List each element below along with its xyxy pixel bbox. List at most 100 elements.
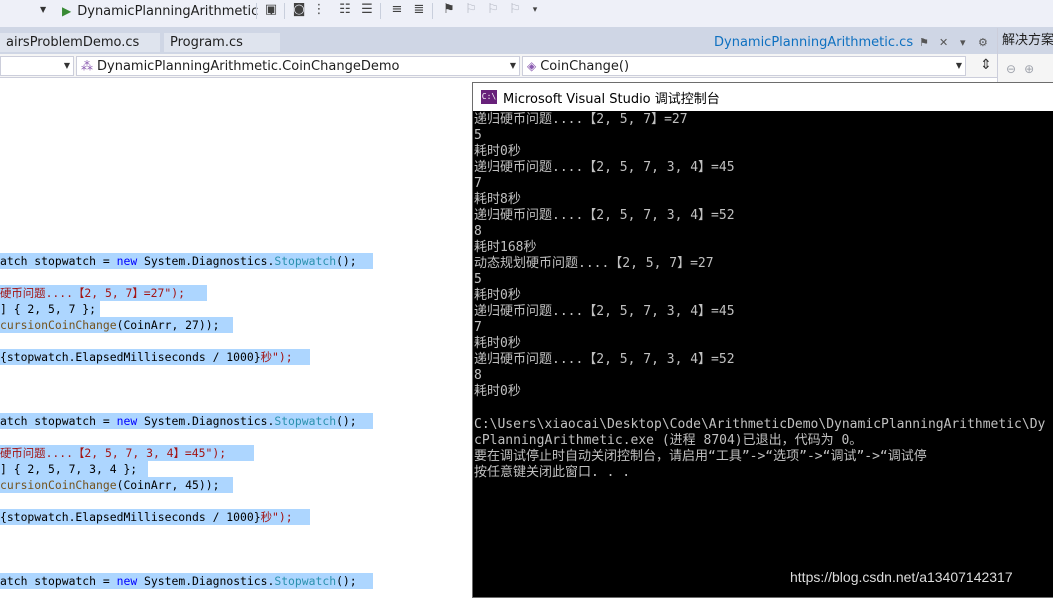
config-dropdown-arrow-icon[interactable]: ▼ — [40, 5, 52, 19]
code-token: atch — [0, 254, 35, 268]
code-line[interactable]: atch stopwatch = new System.Diagnostics.… — [0, 253, 373, 269]
code-token: 硬币问题....【2, 5, 7, 3, 4】=45"); — [0, 446, 227, 460]
code-token: (CoinArr, 27)); — [116, 318, 220, 332]
console-line: cPlanningArithmetic.exe (进程 8704)已退出，代码为… — [474, 433, 863, 448]
code-token: (); — [336, 254, 357, 268]
code-token: atch — [0, 414, 35, 428]
indent-icon[interactable]: ☰ — [358, 1, 376, 19]
tab-label: Program.cs — [170, 35, 243, 50]
code-token: 秒"); — [260, 350, 293, 364]
console-line: 耗时0秒 — [474, 336, 521, 351]
project-selector[interactable]: ▼ — [0, 56, 74, 76]
console-line: 递归硬币问题....【2, 5, 7】=27 — [474, 112, 688, 127]
split-window-button[interactable]: ⇕ — [977, 56, 995, 76]
watermark-url: https://blog.csdn.net/a13407142317 — [790, 569, 1013, 585]
code-line[interactable]: cursionCoinChange(CoinArr, 45)); — [0, 477, 233, 493]
toolbar-overflow-icon[interactable]: ▾ — [526, 1, 544, 19]
code-token: 硬币问题....【2, 5, 7】=27"); — [0, 286, 185, 300]
console-title: Microsoft Visual Studio 调试控制台 — [503, 91, 720, 107]
code-line[interactable]: {stopwatch.ElapsedMilliseconds / 1000}秒"… — [0, 349, 310, 365]
code-line[interactable]: 硬币问题....【2, 5, 7】=27"); — [0, 285, 207, 301]
console-line: 8 — [474, 224, 482, 239]
play-icon: ▶ — [62, 4, 72, 18]
code-line[interactable]: cursionCoinChange(CoinArr, 27)); — [0, 317, 233, 333]
code-token: new — [116, 574, 138, 588]
prev-bookmark-icon[interactable]: ⚐ — [462, 1, 480, 19]
tab-list-dropdown-icon[interactable]: ▾ — [960, 36, 966, 49]
tab-csproj[interactable]: DynamicPlanningArithmetic.csproj — [708, 33, 914, 52]
console-app-icon: C:\ — [481, 90, 497, 104]
class-selector[interactable]: ⁂ DynamicPlanningArithmetic.CoinChangeDem… — [76, 56, 520, 76]
comment-lines-icon[interactable]: ≡ — [388, 1, 406, 19]
code-token: (CoinArr, 45)); — [116, 478, 220, 492]
uncomment-lines-icon[interactable]: ≣ — [410, 1, 428, 19]
console-line: 耗时0秒 — [474, 384, 521, 399]
back-icon[interactable]: ⊖ — [1006, 62, 1016, 76]
screenshot-icon[interactable]: ◙ — [290, 1, 308, 19]
code-token: {stopwatch.ElapsedMilliseconds / 1000} — [0, 510, 261, 524]
main-toolbar: ▼ ▶ DynamicPlanningArithmetic ▼ ▣ ◙ ⋮ ☷ … — [0, 0, 1053, 28]
chevron-down-icon: ▼ — [509, 61, 516, 70]
member-selector[interactable]: ◈ CoinChange() ▼ — [522, 56, 966, 76]
console-line: 按任意键关闭此窗口. . . — [474, 465, 631, 480]
method-icon: ◈ — [527, 59, 537, 73]
code-line[interactable]: ] { 2, 5, 7, 3, 4 }; — [0, 461, 148, 477]
code-token: System.Diagnostics. — [137, 254, 275, 268]
close-icon[interactable]: ✕ — [939, 36, 948, 49]
find-in-files-icon[interactable]: ▣ — [262, 1, 280, 19]
tab-program-cs[interactable]: Program.cs — [164, 33, 280, 52]
gear-icon[interactable]: ⚙ — [978, 36, 988, 49]
tab-coin-problem-demo[interactable]: airsProblemDemo.cs — [0, 33, 160, 52]
next-bookmark-icon[interactable]: ⚐ — [484, 1, 502, 19]
pin-icon[interactable]: ⚑ — [919, 36, 929, 49]
solution-explorer-title: 解决方案资 — [998, 28, 1053, 54]
navigation-bar: ▼ ⁂ DynamicPlanningArithmetic.CoinChangeD… — [0, 54, 997, 78]
tab-label: airsProblemDemo.cs — [6, 35, 140, 50]
console-title-bar[interactable]: C:\ Microsoft Visual Studio 调试控制台 — [473, 83, 1053, 111]
bookmark-toggle-icon[interactable]: ☷ — [336, 1, 354, 19]
document-tab-bar: airsProblemDemo.cs Program.cs DynamicPla… — [0, 28, 997, 54]
console-line: 5 — [474, 272, 482, 287]
code-token: System.Diagnostics. — [137, 414, 275, 428]
console-line: 递归硬币问题....【2, 5, 7, 3, 4】=52 — [474, 352, 735, 367]
start-debugging-button[interactable]: ▶ DynamicPlanningArithmetic ▼ — [62, 1, 274, 21]
chevron-down-icon: ▼ — [63, 61, 70, 70]
console-line: 7 — [474, 320, 482, 335]
code-token: (); — [336, 574, 357, 588]
console-line: 5 — [474, 128, 482, 143]
debug-console-window[interactable]: C:\ Microsoft Visual Studio 调试控制台 递归硬币问题… — [472, 82, 1053, 598]
code-token: cursionCoinChange — [0, 478, 117, 492]
code-token: ] { 2, 5, 7 }; — [0, 302, 97, 316]
console-line: C:\Users\xiaocai\Desktop\Code\Arithmetic… — [474, 417, 1046, 432]
bookmark-icon[interactable]: ⚑ — [440, 1, 458, 19]
console-line: 耗时0秒 — [474, 144, 521, 159]
code-token: ] { 2, 5, 7, 3, 4 }; — [0, 462, 138, 476]
code-line[interactable]: atch stopwatch = new System.Diagnostics.… — [0, 573, 373, 589]
class-selector-label: DynamicPlanningArithmetic.CoinChangeDemo — [97, 59, 400, 74]
more-options-icon[interactable]: ⋮ — [310, 1, 328, 19]
code-line[interactable]: ] { 2, 5, 7 }; — [0, 301, 100, 317]
toolbar-divider — [432, 3, 433, 19]
console-line: 耗时168秒 — [474, 240, 537, 255]
member-selector-label: CoinChange() — [540, 59, 630, 74]
code-token: new — [116, 254, 138, 268]
clear-bookmarks-icon[interactable]: ⚐ — [506, 1, 524, 19]
console-line: 递归硬币问题....【2, 5, 7, 3, 4】=45 — [474, 160, 735, 175]
forward-icon[interactable]: ⊕ — [1024, 62, 1034, 76]
code-token: = — [96, 254, 117, 268]
console-line: 耗时8秒 — [474, 192, 521, 207]
console-line: 8 — [474, 368, 482, 383]
code-line[interactable]: 硬币问题....【2, 5, 7, 3, 4】=45"); — [0, 445, 254, 461]
toolbar-divider — [380, 3, 381, 19]
console-line: 递归硬币问题....【2, 5, 7, 3, 4】=45 — [474, 304, 735, 319]
code-token: = — [96, 574, 117, 588]
code-token: System.Diagnostics. — [137, 574, 275, 588]
code-line[interactable]: atch stopwatch = new System.Diagnostics.… — [0, 413, 373, 429]
tab-label: DynamicPlanningArithmetic.csproj — [714, 35, 914, 50]
startup-project-label: DynamicPlanningArithmetic — [77, 3, 259, 19]
code-token: Stopwatch — [274, 574, 337, 588]
code-line[interactable]: {stopwatch.ElapsedMilliseconds / 1000}秒"… — [0, 509, 310, 525]
toolbar-divider — [256, 3, 257, 19]
code-token: stopwatch — [34, 574, 97, 588]
console-line: 要在调试停止时自动关闭控制台，请启用“工具”->“选项”->“调试”->“调试停 — [474, 449, 927, 464]
